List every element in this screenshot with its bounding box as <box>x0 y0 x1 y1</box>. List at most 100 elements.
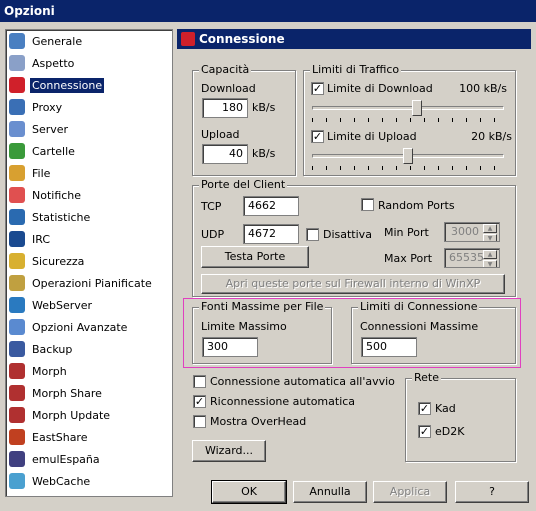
sidebar-item-morph-share[interactable]: Morph Share <box>9 383 104 403</box>
disable-udp-checkbox[interactable] <box>306 228 319 241</box>
emulespana-icon <box>9 451 25 467</box>
sidebar-item-file[interactable]: File <box>9 163 52 183</box>
download-capacity-input[interactable]: 180 <box>202 98 248 118</box>
sidebar-item-irc[interactable]: IRC <box>9 229 52 249</box>
download-limit-checkbox[interactable]: ✓ <box>311 82 324 95</box>
wizard-button[interactable]: Wizard... <box>192 440 266 462</box>
upload-capacity-unit: kB/s <box>252 147 276 160</box>
download-limit-slider[interactable] <box>312 99 504 122</box>
sidebar-item-webcache[interactable]: WebCache <box>9 471 92 491</box>
apply-button[interactable]: Applica <box>373 481 447 503</box>
sidebar-item-morph[interactable]: Morph <box>9 361 69 381</box>
capacity-group: Capacità Download 180 kB/s Upload 40 kB/… <box>192 63 296 176</box>
auto-reconnect-label: Riconnessione automatica <box>210 395 356 408</box>
scheduler-icon <box>9 275 25 291</box>
max-port-spinner[interactable]: ▲ ▼ <box>483 249 497 267</box>
options-category-list[interactable]: Generale Aspetto Connessione Proxy Server Car… <box>5 29 173 497</box>
sidebar-item-generale[interactable]: Generale <box>9 31 84 51</box>
sidebar-item-label: emulEspaña <box>32 452 100 466</box>
sidebar-item-label: Sicurezza <box>32 254 85 268</box>
sidebar-item-backup[interactable]: Backup <box>9 339 74 359</box>
folders-icon <box>9 143 25 159</box>
max-sources-input[interactable]: 300 <box>202 337 258 357</box>
sidebar-item-proxy[interactable]: Proxy <box>9 97 64 117</box>
upload-limit-value: 20 kB/s <box>471 130 512 143</box>
max-port-input[interactable]: 65535 ▲ ▼ <box>444 248 500 268</box>
upload-capacity-label: Upload <box>201 128 240 141</box>
test-ports-button[interactable]: Testa Porte <box>201 246 309 268</box>
ok-button[interactable]: OK <box>211 480 287 504</box>
sidebar-item-morph-update[interactable]: Morph Update <box>9 405 112 425</box>
connection-limits-group: Limiti di Connessione Connessioni Massim… <box>351 300 516 364</box>
show-overhead-checkbox[interactable] <box>193 415 206 428</box>
sidebar-item-opzioni-avanzate[interactable]: Opzioni Avanzate <box>9 317 129 337</box>
upload-limit-checkbox[interactable]: ✓ <box>311 130 324 143</box>
max-connections-input[interactable]: 500 <box>361 337 417 357</box>
help-button[interactable]: ? <box>455 481 529 503</box>
download-capacity-unit: kB/s <box>252 101 276 114</box>
sidebar-item-label: Generale <box>32 34 83 48</box>
max-sources-label: Limite Massimo <box>201 320 287 333</box>
sidebar-item-label: Aspetto <box>32 56 75 70</box>
sidebar-item-cartelle[interactable]: Cartelle <box>9 141 77 161</box>
window-title: Opzioni <box>0 0 536 22</box>
max-connections-label: Connessioni Massime <box>360 320 479 333</box>
sidebar-item-operazioni-pianificate[interactable]: Operazioni Pianificate <box>9 273 154 293</box>
connection-limits-legend: Limiti di Connessione <box>358 300 480 313</box>
sidebar-item-sicurezza[interactable]: Sicurezza <box>9 251 86 271</box>
max-sources-legend: Fonti Massime per File <box>199 300 326 313</box>
max-port-label: Max Port <box>384 252 433 265</box>
webserver-globe-icon <box>9 297 25 313</box>
upload-capacity-input[interactable]: 40 <box>202 144 248 164</box>
upload-limit-label: Limite di Upload <box>327 130 417 143</box>
sidebar-item-label: Cartelle <box>32 144 75 158</box>
sidebar-item-label: WebServer <box>32 298 93 312</box>
download-limit-value: 100 kB/s <box>459 82 507 95</box>
sidebar-item-connessione[interactable]: Connessione <box>9 75 105 95</box>
download-slider-thumb[interactable] <box>412 100 422 116</box>
sidebar-item-label: Operazioni Pianificate <box>32 276 152 290</box>
sidebar-item-label: EastShare <box>32 430 88 444</box>
tcp-port-input[interactable]: 4662 <box>243 196 299 216</box>
network-group: Rete ✓ Kad ✓ eD2K <box>405 371 516 462</box>
open-firewall-ports-button[interactable]: Apri queste porte sul Firewall interno d… <box>201 274 505 294</box>
panel-header: Connessione <box>177 29 531 49</box>
sidebar-item-label: File <box>32 166 51 180</box>
auto-reconnect-checkbox[interactable]: ✓ <box>193 395 206 408</box>
capacity-legend: Capacità <box>199 63 252 76</box>
eastshare-icon <box>9 429 25 445</box>
min-port-input[interactable]: 3000 ▲ ▼ <box>444 222 500 242</box>
sidebar-item-label: Morph <box>32 364 67 378</box>
random-ports-label: Random Ports <box>378 199 455 212</box>
morph-icon <box>9 363 25 379</box>
random-ports-checkbox[interactable] <box>361 198 374 211</box>
kad-checkbox[interactable]: ✓ <box>418 402 431 415</box>
auto-connect-checkbox[interactable] <box>193 375 206 388</box>
upload-slider-thumb[interactable] <box>403 148 413 164</box>
connection-plug-icon <box>9 77 25 93</box>
sidebar-item-aspetto[interactable]: Aspetto <box>9 53 76 73</box>
security-lock-icon <box>9 253 25 269</box>
sidebar-item-label: Statistiche <box>32 210 91 224</box>
appearance-icon <box>9 55 25 71</box>
sidebar-item-eastshare[interactable]: EastShare <box>9 427 89 447</box>
morph-share-icon <box>9 385 25 401</box>
upload-limit-slider[interactable] <box>312 147 504 170</box>
general-icon <box>9 33 25 49</box>
min-port-spinner[interactable]: ▲ ▼ <box>483 223 497 241</box>
sidebar-item-webserver[interactable]: WebServer <box>9 295 94 315</box>
sidebar-item-label: Opzioni Avanzate <box>32 320 128 334</box>
sidebar-item-notifiche[interactable]: Notifiche <box>9 185 83 205</box>
sidebar-item-label: WebCache <box>32 474 91 488</box>
sidebar-item-statistiche[interactable]: Statistiche <box>9 207 92 227</box>
irc-icon <box>9 231 25 247</box>
sidebar-item-emulespa-a[interactable]: emulEspaña <box>9 449 102 469</box>
udp-port-input[interactable]: 4672 <box>243 224 299 244</box>
tcp-label: TCP <box>201 200 222 213</box>
traffic-limits-group: Limiti di Traffico ✓ Limite di Download … <box>303 63 516 176</box>
sidebar-item-label: IRC <box>32 232 51 246</box>
ed2k-checkbox[interactable]: ✓ <box>418 425 431 438</box>
max-sources-group: Fonti Massime per File Limite Massimo 30… <box>192 300 332 364</box>
cancel-button[interactable]: Annulla <box>293 481 367 503</box>
sidebar-item-server[interactable]: Server <box>9 119 70 139</box>
